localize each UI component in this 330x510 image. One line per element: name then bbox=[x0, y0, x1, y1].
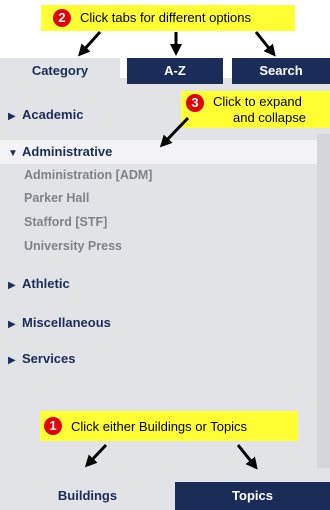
arrow-to-buildings-tab bbox=[84, 443, 108, 468]
arrow-to-search-tab bbox=[254, 31, 276, 57]
arrow-to-administrative bbox=[159, 116, 190, 148]
arrow-to-category-tab bbox=[77, 30, 102, 57]
arrow-to-topics-tab bbox=[236, 444, 258, 470]
pointer-arrows bbox=[77, 30, 276, 470]
